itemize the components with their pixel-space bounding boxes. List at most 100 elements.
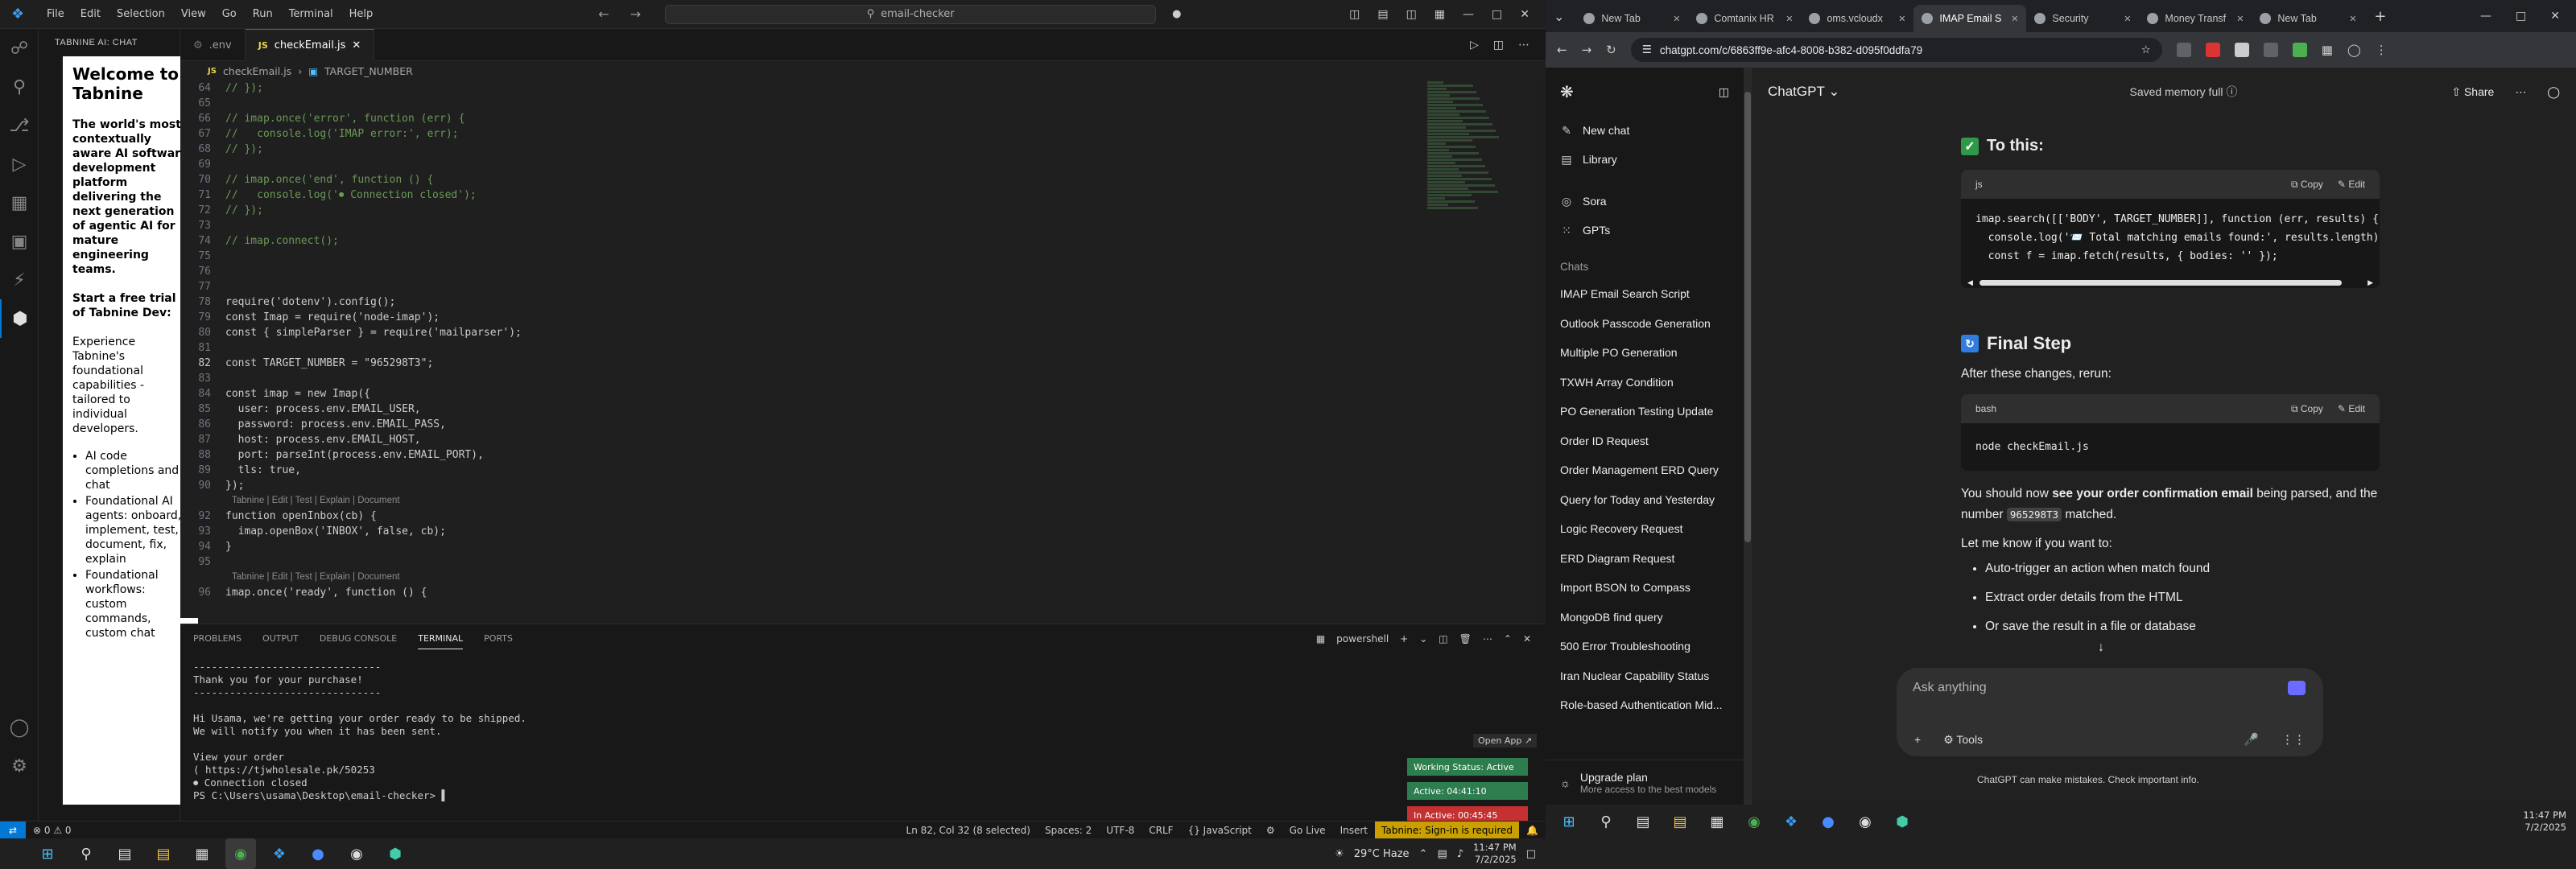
menu-edit[interactable]: Edit <box>72 8 109 20</box>
language-mode[interactable]: {} JavaScript <box>1181 825 1259 836</box>
extension-icon[interactable] <box>2205 43 2220 57</box>
menu-terminal[interactable]: Terminal <box>281 8 341 20</box>
memory-status[interactable]: Saved memory full ⓘ <box>2130 84 2238 100</box>
store-icon[interactable]: ▦ <box>187 838 217 869</box>
chrome-icon[interactable]: ◉ <box>225 838 256 869</box>
scroll-down-arrow-icon[interactable]: ↓ <box>2098 640 2104 655</box>
extension-icon[interactable] <box>2176 43 2191 57</box>
task-view-icon[interactable]: ▤ <box>1628 806 1658 837</box>
code-line[interactable]: 68 // }); <box>180 142 1424 157</box>
source-control-icon[interactable]: ⎇ <box>0 106 39 145</box>
trash-icon[interactable]: 🗑 <box>1459 633 1472 645</box>
app-icon[interactable]: ◉ <box>341 838 372 869</box>
maximize-icon[interactable]: □ <box>1492 8 1502 21</box>
extension-icon[interactable] <box>2263 43 2278 57</box>
network-icon[interactable]: ▤ <box>1437 848 1447 860</box>
sidebar-item-chat[interactable]: MongoDB find query <box>1546 603 1744 632</box>
store-icon[interactable]: ▦ <box>1702 806 1732 837</box>
customize-layout-icon[interactable]: ▦ <box>1435 8 1445 21</box>
remote-explorer-icon[interactable]: ▣ <box>0 222 39 261</box>
notifications-bell-icon[interactable]: 🔔 <box>1519 825 1546 836</box>
account-icon[interactable]: ◯ <box>0 708 39 747</box>
code-line[interactable]: 96 imap.once('ready', function () { <box>180 585 1424 600</box>
close-panel-icon[interactable]: ✕ <box>1523 633 1531 645</box>
code-line[interactable]: 74 // imap.connect(); <box>180 233 1424 249</box>
code-line[interactable]: 75 <box>180 249 1424 264</box>
weather-text[interactable]: 29°C Haze <box>1354 848 1410 860</box>
tab-output[interactable]: OUTPUT <box>262 633 299 644</box>
profile-icon[interactable]: ◯ <box>2347 43 2361 57</box>
encoding[interactable]: UTF-8 <box>1099 825 1141 836</box>
search-icon[interactable]: ⚲ <box>71 838 101 869</box>
split-editor-icon[interactable]: ◫ <box>1493 39 1504 51</box>
code-line[interactable]: 85 user: process.env.EMAIL_USER, <box>180 402 1424 417</box>
search-icon[interactable]: ⚲ <box>0 68 39 106</box>
code-line[interactable]: 93 imap.openBox('INBOX', false, cb); <box>180 524 1424 539</box>
code-line[interactable]: 83 <box>180 371 1424 386</box>
code-line[interactable]: 82 const TARGET_NUMBER = "965298T3"; <box>180 356 1424 371</box>
code-lens[interactable]: Tabnine | Edit | Test | Explain | Docume… <box>180 570 1424 585</box>
sidebar-item-chat[interactable]: ERD Diagram Request <box>1546 544 1744 574</box>
code-lens[interactable]: Tabnine | Edit | Test | Explain | Docume… <box>180 493 1424 509</box>
tabnine-trial[interactable]: Start a free trial of Tabnine Dev: <box>72 291 188 320</box>
settings-gear-icon[interactable]: ⚙ <box>0 747 39 785</box>
back-arrow-icon[interactable]: ← <box>1557 43 1567 57</box>
problems-count[interactable]: ⊗ 0 ⚠ 0 <box>26 825 79 836</box>
minimize-icon[interactable]: — <box>2480 10 2491 23</box>
tab-search-icon[interactable]: ⌄ <box>1554 9 1564 24</box>
sidebar-toggle-icon[interactable]: ◫ <box>1719 85 1729 99</box>
secondary-sidebar-icon[interactable]: ◫ <box>1406 8 1417 21</box>
chat-composer[interactable]: Ask anything + ⚙ Tools 🎤 ⋮⋮ <box>1897 668 2323 756</box>
new-terminal-icon[interactable]: + <box>1400 633 1408 645</box>
copy-code-button[interactable]: ⧉ Copy <box>2291 179 2323 191</box>
tracker-app-icon[interactable]: ⬢ <box>1887 806 1918 837</box>
tab-terminal[interactable]: TERMINAL <box>418 633 464 649</box>
browser-tab[interactable]: IMAP Email S ✕ <box>1913 5 2027 32</box>
chrome-icon[interactable]: ◉ <box>1739 806 1769 837</box>
sidebar-item-chat[interactable]: Iran Nuclear Capability Status <box>1546 661 1744 691</box>
close-icon[interactable]: ✕ <box>2349 14 2356 24</box>
code-line[interactable]: 65 <box>180 96 1424 111</box>
add-attachment-icon[interactable]: + <box>1914 733 1921 747</box>
bookmark-star-icon[interactable]: ☆ <box>2141 43 2151 56</box>
close-icon[interactable]: ✕ <box>2124 14 2131 24</box>
scrollbar-thumb[interactable] <box>1744 92 1751 542</box>
sidebar-item-gpts[interactable]: ⁙ GPTs <box>1546 216 1744 245</box>
menu-go[interactable]: Go <box>214 8 245 20</box>
tab-debug-console[interactable]: DEBUG CONSOLE <box>320 633 397 644</box>
sidebar-item-chat[interactable]: Order ID Request <box>1546 426 1744 456</box>
file-explorer-icon[interactable]: ▤ <box>148 838 179 869</box>
volume-icon[interactable]: ♪ <box>1457 848 1463 860</box>
close-icon[interactable]: ✕ <box>1673 14 1680 24</box>
breadcrumb-symbol[interactable]: TARGET_NUMBER <box>324 65 413 77</box>
menu-selection[interactable]: Selection <box>109 8 173 20</box>
user-avatar[interactable]: ◯ <box>2547 85 2560 99</box>
code-line[interactable]: 80 const { simpleParser } = require('mail… <box>180 325 1424 340</box>
live-share-icon[interactable]: ⚡ <box>0 261 39 299</box>
code-line[interactable]: 73 <box>180 218 1424 233</box>
zoom-icon[interactable]: ● <box>303 838 333 869</box>
code-editor[interactable]: 64 // }); 65 66 // imap.once('error', functi… <box>180 80 1424 618</box>
code-line[interactable]: 92 function openInbox(cb) { <box>180 509 1424 524</box>
code-line[interactable]: 71 // console.log('⏺ Connection closed'); <box>180 187 1424 203</box>
line-ending[interactable]: CRLF <box>1141 825 1180 836</box>
extension-icon[interactable] <box>2292 43 2307 57</box>
menu-view[interactable]: View <box>173 8 214 20</box>
indentation[interactable]: Spaces: 2 <box>1038 825 1099 836</box>
layout-toggle-icon[interactable]: ◫ <box>1349 8 1360 21</box>
tab-checkemail[interactable]: JS checkEmail.js ✕ <box>245 29 375 61</box>
code-line[interactable]: 95 <box>180 554 1424 570</box>
forward-arrow-icon[interactable]: → <box>1582 43 1592 57</box>
maximize-icon[interactable]: □ <box>2516 10 2526 23</box>
tab-ports[interactable]: PORTS <box>484 633 513 644</box>
scroll-left-icon[interactable]: ◀ <box>1967 278 1973 287</box>
chrome-menu-icon[interactable]: ⋮ <box>2376 43 2388 57</box>
vscode-taskbar-icon[interactable]: ❖ <box>1776 806 1806 837</box>
code-line[interactable]: 90}); <box>180 478 1424 493</box>
keyboard-extension-icon[interactable] <box>2288 681 2306 695</box>
sidebar-item-chat[interactable]: Import BSON to Compass <box>1546 573 1744 603</box>
share-button[interactable]: ⇧ Share <box>2451 85 2494 99</box>
close-icon[interactable]: ✕ <box>2550 10 2560 23</box>
upgrade-plan-button[interactable]: ☼ Upgrade plan More access to the best m… <box>1546 760 1744 805</box>
code-line[interactable]: 87 host: process.env.EMAIL_HOST, <box>180 432 1424 447</box>
